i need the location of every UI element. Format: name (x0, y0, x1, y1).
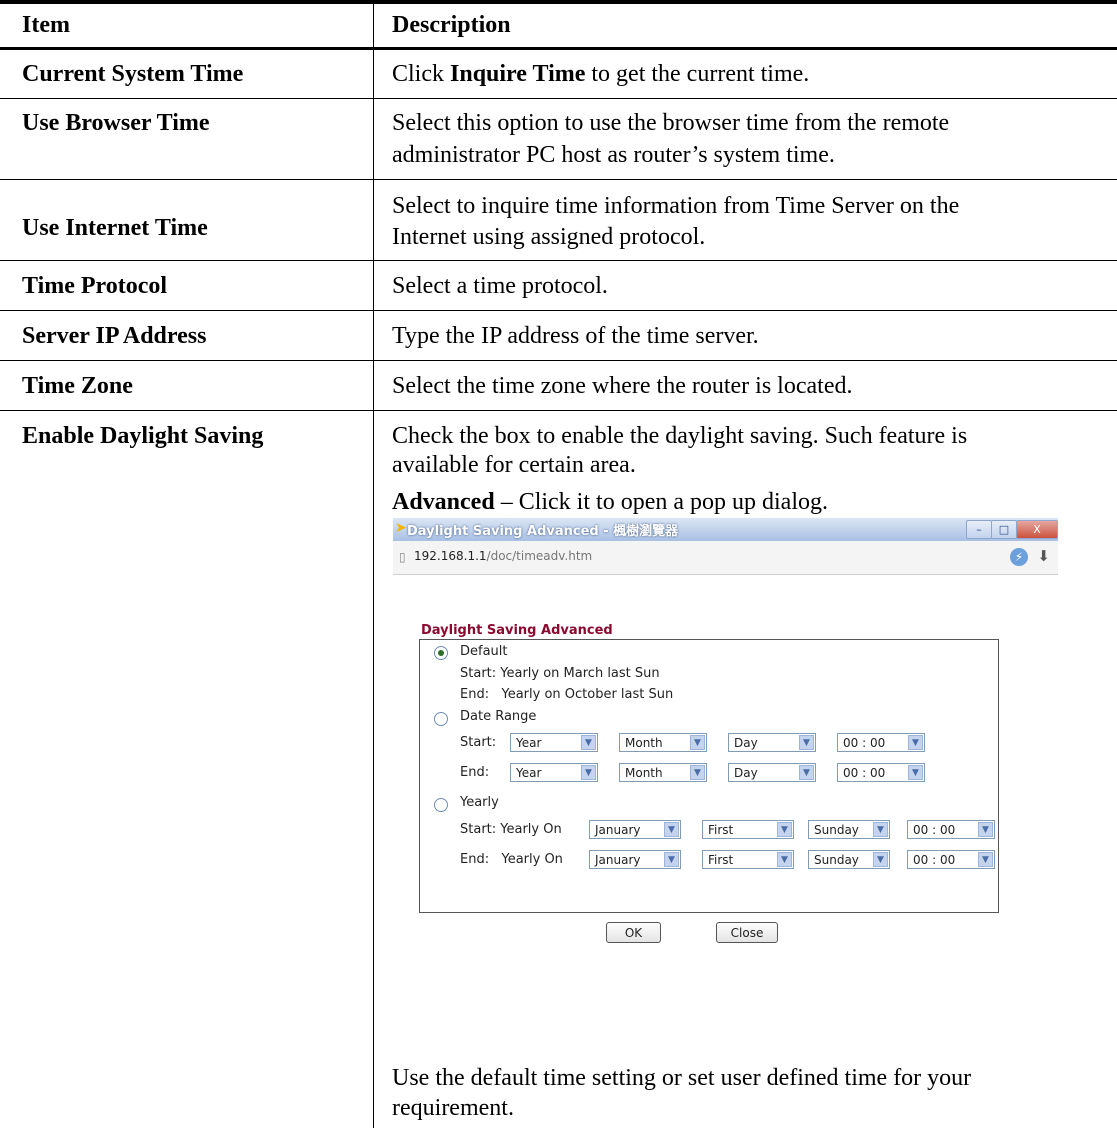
yearly-start-month-select[interactable]: January ▼ (589, 820, 681, 839)
range-end-label: End: (460, 765, 490, 780)
daylight-saving-popup: ➤ Daylight Saving Advanced - 楓樹瀏覽器 – □ X… (393, 518, 1058, 993)
row-rule (0, 260, 1117, 261)
row-description: administrator PC host as router’s system… (392, 142, 835, 168)
browser-logo-icon: ➤ (395, 520, 407, 536)
header-rule (0, 47, 1117, 50)
row-description: Advanced – Click it to open a pop up dia… (392, 489, 828, 515)
refresh-icon[interactable]: ⚡ (1010, 548, 1028, 566)
row-item: Time Zone (22, 373, 133, 399)
end-day-select[interactable]: Day ▼ (728, 763, 816, 782)
window-controls: – □ X (938, 518, 1058, 540)
minimize-icon[interactable]: – (966, 520, 992, 539)
start-month-select[interactable]: Month ▼ (619, 733, 707, 752)
row-description: requirement. (392, 1095, 514, 1121)
window-title: Daylight Saving Advanced - 楓樹瀏覽器 (407, 524, 679, 539)
row-item: Use Internet Time (22, 215, 208, 241)
row-rule (0, 98, 1117, 99)
header-item: Item (22, 12, 70, 38)
date-range-label: Date Range (460, 709, 537, 724)
yearly-label: Yearly (460, 795, 499, 810)
yearly-end-label: End: Yearly On (460, 852, 563, 867)
yearly-end-month-select[interactable]: January ▼ (589, 850, 681, 869)
row-description: Select a time protocol. (392, 273, 608, 299)
yearly-start-weekday-select[interactable]: Sunday ▼ (808, 820, 890, 839)
end-time-select[interactable]: 00 : 00 ▼ (837, 763, 925, 782)
row-rule (0, 179, 1117, 180)
start-time-select[interactable]: 00 : 00 ▼ (837, 733, 925, 752)
header-description: Description (392, 12, 511, 38)
yearly-end-weekday-select[interactable]: Sunday ▼ (808, 850, 890, 869)
download-icon[interactable]: ⬇ (1037, 547, 1050, 565)
close-button[interactable]: Close (716, 922, 778, 943)
address-bar[interactable]: ▯ 192.168.1.1/doc/timeadv.htm ⚡ ⬇ (393, 541, 1058, 575)
row-rule (0, 410, 1117, 411)
row-description: Type the IP address of the time server. (392, 323, 759, 349)
row-item: Server IP Address (22, 323, 207, 349)
default-start-text: Start: Yearly on March last Sun (460, 666, 660, 681)
maximize-icon[interactable]: □ (991, 520, 1017, 539)
radio-default[interactable] (434, 646, 448, 660)
start-day-select[interactable]: Day ▼ (728, 733, 816, 752)
yearly-start-label: Start: Yearly On (460, 822, 562, 837)
row-description: Select the time zone where the router is… (392, 373, 853, 399)
yearly-start-time-select[interactable]: 00 : 00 ▼ (907, 820, 995, 839)
row-description: Check the box to enable the daylight sav… (392, 423, 968, 449)
default-label: Default (460, 644, 508, 659)
end-year-select[interactable]: Year ▼ (510, 763, 598, 782)
row-rule (0, 360, 1117, 361)
row-description: Select to inquire time information from … (392, 193, 960, 219)
window-titlebar: ➤ Daylight Saving Advanced - 楓樹瀏覽器 – □ X (393, 518, 1058, 541)
range-start-label: Start: (460, 735, 497, 750)
row-item: Time Protocol (22, 273, 168, 299)
radio-date-range[interactable] (434, 712, 448, 726)
row-description: available for certain area. (392, 452, 636, 478)
row-item: Current System Time (22, 61, 244, 87)
row-description: Internet using assigned protocol. (392, 224, 706, 250)
row-item: Enable Daylight Saving (22, 423, 264, 449)
row-description: Select this option to use the browser ti… (392, 110, 950, 136)
close-icon[interactable]: X (1016, 520, 1058, 539)
daylight-options-box: Default Start: Yearly on March last Sun … (419, 639, 999, 913)
row-item: Use Browser Time (22, 110, 210, 136)
yearly-end-time-select[interactable]: 00 : 00 ▼ (907, 850, 995, 869)
start-year-select[interactable]: Year ▼ (510, 733, 598, 752)
radio-yearly[interactable] (434, 798, 448, 812)
default-end-text: End: Yearly on October last Sun (460, 687, 674, 702)
yearly-end-week-select[interactable]: First ▼ (702, 850, 794, 869)
url-text[interactable]: 192.168.1.1/doc/timeadv.htm (414, 549, 592, 563)
row-description: Click Inquire Time to get the current ti… (392, 61, 810, 87)
yearly-start-week-select[interactable]: First ▼ (702, 820, 794, 839)
end-month-select[interactable]: Month ▼ (619, 763, 707, 782)
table-top-rule (0, 0, 1117, 4)
dialog-heading: Daylight Saving Advanced (421, 623, 613, 638)
ok-button[interactable]: OK (606, 922, 661, 943)
row-rule (0, 310, 1117, 311)
page-icon: ▯ (399, 550, 406, 564)
column-divider (373, 0, 374, 1128)
row-description: Use the default time setting or set user… (392, 1065, 972, 1091)
